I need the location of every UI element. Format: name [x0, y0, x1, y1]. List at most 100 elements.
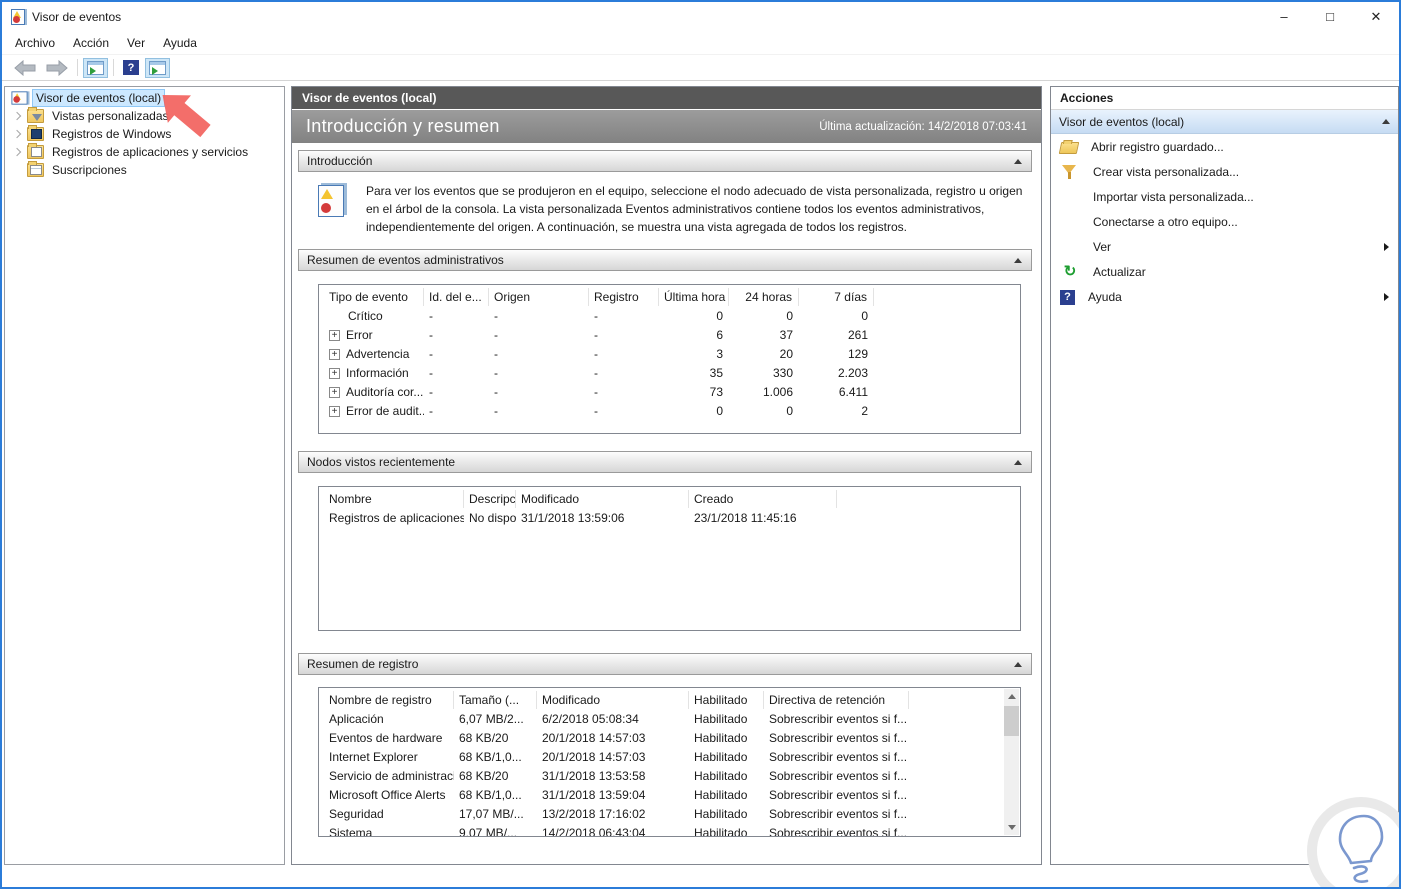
action-item-actualizar[interactable]: ↻ Actualizar [1051, 259, 1398, 284]
column-header-filler [874, 288, 1020, 306]
cell-text: Habilitado [694, 788, 748, 802]
column-header[interactable]: Nombre [319, 490, 464, 508]
cell-text: Crítico [348, 309, 383, 323]
table-cell: - [489, 383, 589, 402]
close-button[interactable]: ✕ [1353, 2, 1399, 31]
section-header-resumen-registro[interactable]: Resumen de registro [298, 653, 1032, 675]
table-row[interactable]: Seguridad 17,07 MB/... 13/2/2018 17:16:02 H… [319, 805, 1020, 824]
column-header[interactable]: Id. del e... [424, 288, 489, 306]
cell-text: - [429, 328, 433, 342]
tree-item-vistas-personalizadas[interactable]: Vistas personalizadas [5, 107, 284, 125]
table-row[interactable]: Registros de aplicaciones... No dispo... 3… [319, 509, 1020, 528]
chevron-right-icon[interactable] [12, 147, 22, 157]
menu-item-ayuda[interactable]: Ayuda [154, 33, 206, 53]
minimize-button[interactable]: – [1261, 2, 1307, 31]
column-header[interactable]: Modificado [516, 490, 689, 508]
tree-item-registros-de-aplicaciones-y-servicios[interactable]: Registros de aplicaciones y servicios [5, 143, 284, 161]
collapse-button[interactable] [1011, 657, 1025, 671]
scroll-up-button[interactable] [1004, 689, 1019, 704]
cell-text: Auditoría cor... [346, 385, 424, 399]
show-action-pane-button[interactable] [145, 57, 170, 78]
table-cell: 68 KB/1,0... [454, 748, 537, 767]
actions-group-header[interactable]: Visor de eventos (local) [1051, 110, 1398, 134]
cell-text: - [494, 347, 498, 361]
menu-item-archivo[interactable]: Archivo [6, 33, 64, 53]
table-row[interactable]: Sistema 9,07 MB/... 14/2/2018 06:43:04 Habi… [319, 824, 1020, 836]
cell-text: - [494, 385, 498, 399]
column-header[interactable]: Tipo de evento [319, 288, 424, 306]
table-cell: Sobrescribir eventos si f... [764, 805, 909, 824]
section-header-resumen-administrativos[interactable]: Resumen de eventos administrativos [298, 249, 1032, 271]
table-row[interactable]: + Error - - - 6 37 261 [319, 326, 1020, 345]
column-header[interactable]: 7 días [799, 288, 874, 306]
table-cell: 73 [659, 383, 729, 402]
collapse-button[interactable] [1011, 154, 1025, 168]
scroll-down-button[interactable] [1004, 820, 1019, 835]
column-header[interactable]: Registro [589, 288, 659, 306]
column-header[interactable]: Creado [689, 490, 837, 508]
tree-item-registros-de-windows[interactable]: Registros de Windows [5, 125, 284, 143]
table-cell: 0 [659, 307, 729, 326]
cell-text: Sobrescribir eventos si f... [769, 769, 908, 783]
table-row[interactable]: Eventos de hardware 68 KB/20 20/1/2018 14:… [319, 729, 1020, 748]
table-cell: 68 KB/20 [454, 729, 537, 748]
expand-icon[interactable]: + [329, 330, 340, 341]
expand-icon[interactable]: + [329, 368, 340, 379]
action-item-ver[interactable]: Ver [1051, 234, 1398, 259]
help-toolbar-button[interactable]: ? [119, 57, 143, 78]
section-header-nodos-recientes[interactable]: Nodos vistos recientemente [298, 451, 1032, 473]
table-row[interactable]: + Advertencia - - - 3 20 129 [319, 345, 1020, 364]
table-row[interactable]: + Auditoría cor... - - -73 1.006 6.411 [319, 383, 1020, 402]
cell-text: Habilitado [694, 731, 748, 745]
table-row[interactable]: Servicio de administració... 68 KB/20 31/1… [319, 767, 1020, 786]
action-item-ayuda[interactable]: ? Ayuda [1051, 284, 1398, 309]
collapse-button[interactable] [1011, 455, 1025, 469]
table-row[interactable]: + Error de audit... - - -0 0 2 [319, 402, 1020, 421]
table-row[interactable]: + Información - - - 35 330 2.203 [319, 364, 1020, 383]
column-header[interactable]: 24 horas [729, 288, 799, 306]
column-header[interactable]: Última hora [659, 288, 729, 306]
section-header-introduccion[interactable]: Introducción [298, 150, 1032, 172]
column-header[interactable]: Descripción [464, 490, 516, 508]
table-row[interactable]: Microsoft Office Alerts 68 KB/1,0... 31/1/… [319, 786, 1020, 805]
chevron-right-icon[interactable] [12, 129, 22, 139]
action-item-conectarse-a-otro-equipo-[interactable]: Conectarse a otro equipo... [1051, 209, 1398, 234]
cell-text: - [429, 385, 433, 399]
back-button[interactable] [10, 57, 40, 79]
column-header[interactable]: Origen [489, 288, 589, 306]
table-row[interactable]: Aplicación 6,07 MB/2... 6/2/2018 05:08:34 H… [319, 710, 1020, 729]
cell-text: Servicio de administració... [329, 769, 454, 783]
action-item-crear-vista-personalizada-[interactable]: Crear vista personalizada... [1051, 159, 1398, 184]
table-row[interactable]: Crítico - - - 0 0 0 [319, 307, 1020, 326]
menu-item-accin[interactable]: Acción [64, 33, 118, 53]
forward-button[interactable] [42, 57, 72, 79]
column-header[interactable]: Habilitado [689, 691, 764, 709]
scrollbar-thumb[interactable] [1004, 706, 1019, 736]
action-item-importar-vista-personalizada-[interactable]: Importar vista personalizada... [1051, 184, 1398, 209]
column-header[interactable]: Nombre de registro [319, 691, 454, 709]
table-cell: - [489, 326, 589, 345]
table-header-row: NombreDescripciónModificadoCreado [319, 487, 1020, 509]
tree-item-suscripciones[interactable]: Suscripciones [5, 161, 284, 179]
scrollbar[interactable] [1004, 689, 1019, 835]
expand-icon[interactable]: + [329, 387, 340, 398]
action-item-abrir-registro-guardado-[interactable]: Abrir registro guardado... [1051, 134, 1398, 159]
tree-item-visor-de-eventos-local-[interactable]: Visor de eventos (local) [5, 89, 284, 107]
chevron-right-icon[interactable] [12, 111, 22, 121]
lightbulb-watermark [1307, 797, 1399, 887]
column-header[interactable]: Tamaño (... [454, 691, 537, 709]
column-header[interactable]: Modificado [537, 691, 689, 709]
menu-item-ver[interactable]: Ver [118, 33, 154, 53]
action-icon-placeholder [1060, 214, 1080, 230]
title-bar: Visor de eventos – □ ✕ [2, 2, 1399, 31]
column-header[interactable]: Directiva de retención [764, 691, 909, 709]
maximize-button[interactable]: □ [1307, 2, 1353, 31]
cell-text: 20/1/2018 14:57:03 [542, 750, 646, 764]
cell-text: 6/2/2018 05:08:34 [542, 712, 639, 726]
table-row[interactable]: Internet Explorer 68 KB/1,0... 20/1/2018 1… [319, 748, 1020, 767]
table-cell: 31/1/2018 13:59:06 [516, 509, 689, 528]
show-console-tree-button[interactable] [83, 57, 108, 78]
expand-icon[interactable]: + [329, 406, 340, 417]
collapse-button[interactable] [1011, 253, 1025, 267]
expand-icon[interactable]: + [329, 349, 340, 360]
